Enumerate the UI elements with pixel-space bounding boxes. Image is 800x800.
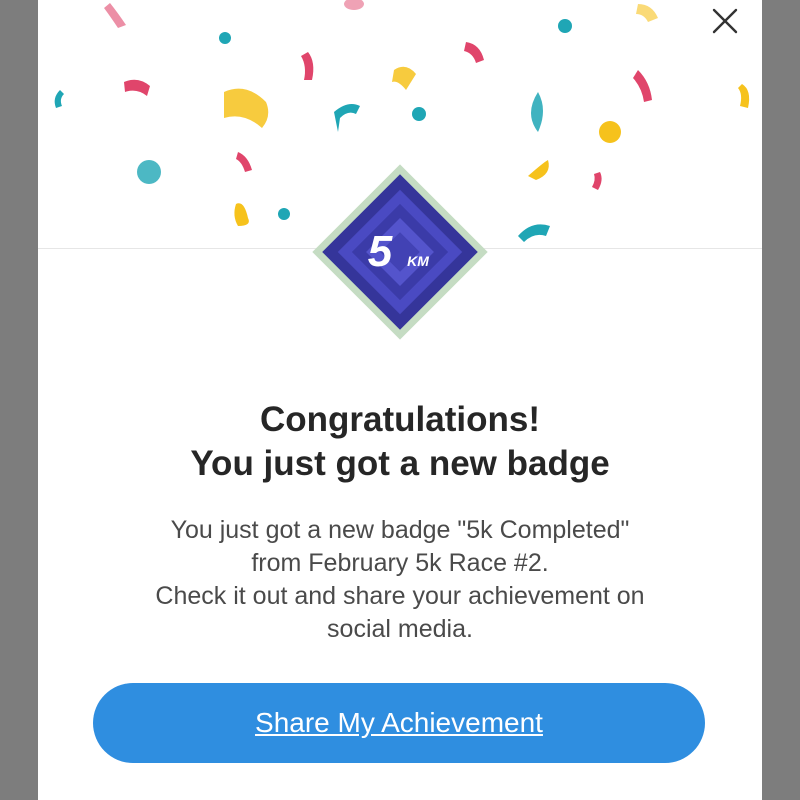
description-line: social media.: [327, 615, 473, 643]
description-line: You just got a new badge "5k Completed": [170, 516, 630, 544]
title-line-2: You just got a new badge: [190, 444, 610, 483]
share-achievement-button[interactable]: Share My Achievement: [93, 683, 705, 763]
title-line-1: Congratulations!: [260, 400, 540, 439]
badge-unit: KM: [407, 253, 429, 269]
badge-number: 5: [368, 227, 393, 276]
description-line: from February 5k Race #2.: [251, 549, 549, 577]
modal-description: You just got a new badge "5k Completed" …: [100, 514, 700, 646]
close-icon[interactable]: [710, 6, 740, 36]
5km-badge-icon: 5 KM: [312, 164, 488, 340]
badge-modal: 5 KM Congratulations! You just got a new…: [38, 0, 762, 800]
description-line: Check it out and share your achievement …: [155, 582, 645, 610]
modal-title: Congratulations! You just got a new badg…: [38, 398, 762, 486]
